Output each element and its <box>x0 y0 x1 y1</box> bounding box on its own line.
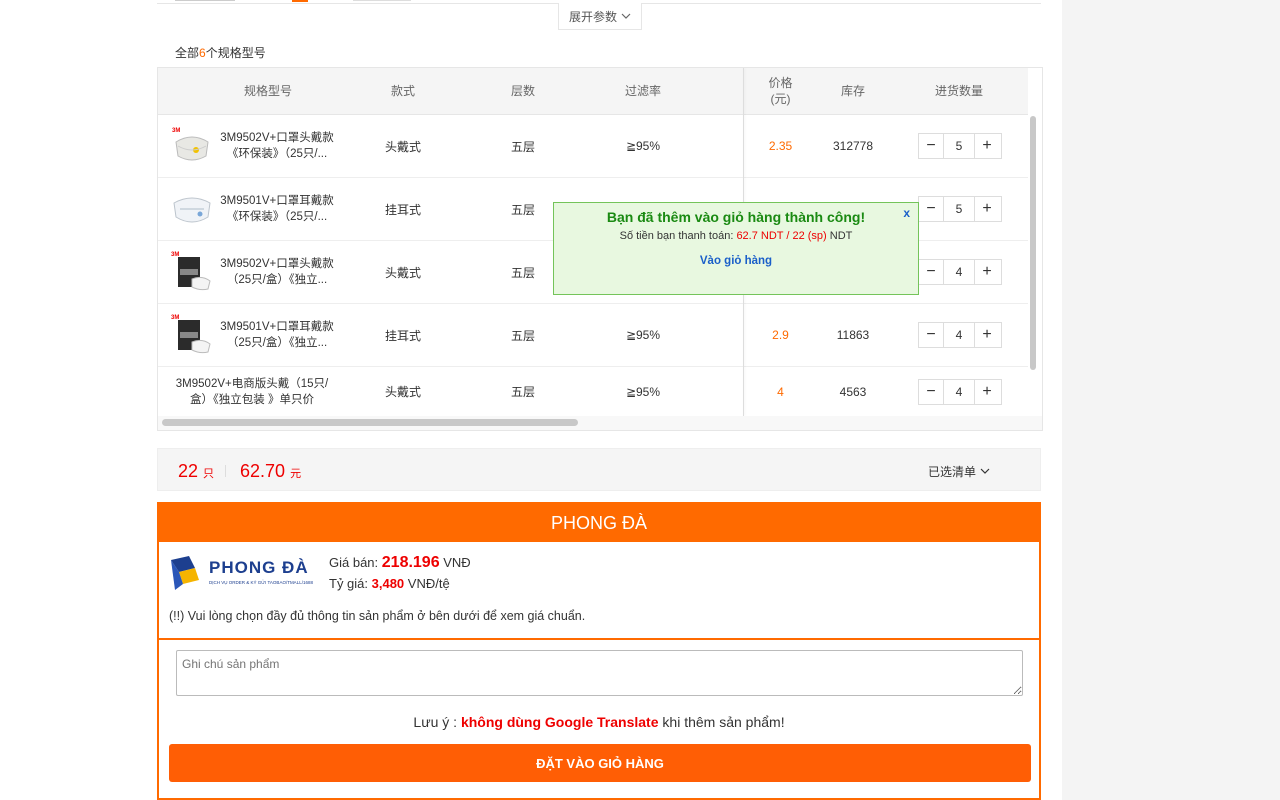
quantity-value[interactable]: 5 <box>943 197 975 221</box>
mask-box-thumbnail-icon: 3M <box>171 252 211 291</box>
cell-filter: ≧95% <box>625 328 661 342</box>
product-note-textarea[interactable] <box>176 650 1023 696</box>
quantity-value[interactable]: 4 <box>943 323 975 347</box>
header-style: 款式 <box>390 84 415 98</box>
header-filter: 过滤率 <box>624 84 661 98</box>
mask-thumbnail-icon <box>173 197 211 223</box>
chevron-down-icon <box>621 13 631 19</box>
product-name: 3M9502V+电商版头戴（15只/盒）《独立包装 》单只价 <box>175 378 329 406</box>
exchange-rate: Tỷ giá: 3,480 VNĐ/tệ <box>329 576 450 591</box>
minus-button[interactable]: − <box>919 260 943 284</box>
cell-filter: ≧95% <box>625 139 661 153</box>
header-price: 价格 (元) <box>768 76 793 106</box>
cell-filter: ≧95% <box>625 384 661 399</box>
selection-summary: 22 只 62.70 元 已选清单 <box>157 448 1041 491</box>
price-note: (!!) Vui lòng chọn đầy đủ thông tin sản … <box>169 609 586 623</box>
header-model: 规格型号 <box>243 84 292 98</box>
selected-list-toggle[interactable]: 已选清单 <box>928 463 990 480</box>
total-quantity: 22 只 <box>178 461 215 481</box>
quantity-stepper: − 5 + <box>918 133 1002 159</box>
product-name: 3M9501V+口罩耳戴款《环保装》（25只/... <box>220 195 334 223</box>
vertical-scrollbar[interactable] <box>1030 116 1036 370</box>
minus-button[interactable]: − <box>919 380 943 404</box>
right-background <box>1062 0 1280 800</box>
cell-layers: 五层 <box>510 265 535 280</box>
quantity-value[interactable]: 4 <box>943 380 975 404</box>
phongda-header: PHONG ĐÀ <box>159 504 1039 542</box>
cell-price: 2.9 <box>772 328 789 342</box>
go-to-cart-link[interactable]: Vào giỏ hàng <box>554 255 918 267</box>
expand-params-button[interactable]: 展开参数 <box>558 3 642 30</box>
cell-price: 2.35 <box>768 139 793 153</box>
plus-button[interactable]: + <box>975 323 999 347</box>
expand-params-label: 展开参数 <box>568 9 617 24</box>
quantity-value[interactable]: 4 <box>943 260 975 284</box>
added-to-cart-popup: Bạn đã thêm vào giỏ hàng thành công! x S… <box>553 202 919 295</box>
minus-button[interactable]: − <box>919 197 943 221</box>
sale-price: Giá bán: 218.196 VNĐ <box>329 554 471 571</box>
mask-box-thumbnail-icon: 3M <box>171 315 211 354</box>
table-row: 3M 3M9501V+口罩耳戴款（25只/盒）《独立... 挂耳式 五层 ≧95… <box>158 304 1028 367</box>
product-name: 3M9501V+口罩耳戴款（25只/盒）《独立... <box>220 321 334 349</box>
close-icon[interactable]: x <box>903 206 910 220</box>
plus-button[interactable]: + <box>975 197 999 221</box>
quantity-stepper: − 4 + <box>918 379 1002 405</box>
cell-stock: 11863 <box>836 328 870 342</box>
quantity-stepper: − 4 + <box>918 259 1002 285</box>
cell-style: 挂耳式 <box>384 328 421 343</box>
phongda-logo: PHONG ĐÀ DỊCH VỤ ORDER & KÝ GỬI TAOBAO/T… <box>169 554 315 594</box>
cell-layers: 五层 <box>510 139 535 154</box>
cell-layers: 五层 <box>510 385 535 399</box>
minus-button[interactable]: − <box>919 134 943 158</box>
phongda-panel: PHONG ĐÀ PHONG ĐÀ DỊCH VỤ ORDER & KÝ GỬI… <box>157 502 1041 800</box>
product-name: 3M9502V+口罩头戴款（25只/盒）《独立... <box>220 258 334 286</box>
cell-price: 4 <box>777 384 784 399</box>
cell-layers: 五层 <box>510 328 535 343</box>
spec-count: 全部6个规格型号 <box>175 46 266 60</box>
quantity-value[interactable]: 5 <box>943 134 975 158</box>
horizontal-scrollbar[interactable] <box>162 419 578 426</box>
header-qty: 进货数量 <box>934 84 983 98</box>
quantity-stepper: − 5 + <box>918 196 1002 222</box>
add-to-cart-button[interactable]: ĐẶT VÀO GIỎ HÀNG <box>169 744 1031 782</box>
cell-style: 头戴式 <box>384 265 421 280</box>
product-name: 3M9502V+口罩头戴款《环保装》（25只/... <box>220 132 334 160</box>
plus-button[interactable]: + <box>975 380 999 404</box>
cell-stock: 312778 <box>832 139 874 153</box>
cell-layers: 五层 <box>510 202 535 217</box>
quantity-stepper: − 4 + <box>918 322 1002 348</box>
plus-button[interactable]: + <box>975 260 999 284</box>
minus-button[interactable]: − <box>919 323 943 347</box>
chevron-down-icon <box>980 468 990 474</box>
cell-style: 头戴式 <box>384 139 421 154</box>
cell-style: 挂耳式 <box>384 202 421 217</box>
table-row: 3M 3M9502V+口罩头戴款《环保装》（25只/... 头戴式 五层 ≧95… <box>158 115 1028 178</box>
cell-stock: 4563 <box>839 384 867 399</box>
translate-warning: Lưu ý : không dùng Google Translate khi … <box>413 714 785 730</box>
popup-title: Bạn đã thêm vào giỏ hàng thành công! <box>606 209 866 225</box>
total-amount: 62.70 元 <box>240 461 302 481</box>
mask-thumbnail-icon: 3M <box>172 128 209 161</box>
table-row: 3M9502V+电商版头戴（15只/盒）《独立包装 》单只价 头戴式 五层 ≧9… <box>158 367 1028 416</box>
plus-button[interactable]: + <box>975 134 999 158</box>
table-header: 规格型号 款式 层数 过滤率 价格 (元) 库存 进货数量 <box>158 68 1028 115</box>
header-layers: 层数 <box>510 84 535 98</box>
phongda-logo-subtext: DỊCH VỤ ORDER & KÝ GỬI TAOBAO/TMALL/1688 <box>209 580 313 585</box>
svg-text:3M: 3M <box>172 128 180 134</box>
popup-message: Số tiền bạn thanh toán: 62.7 NDT / 22 (s… <box>619 230 853 242</box>
header-stock: 库存 <box>840 84 865 98</box>
phongda-logo-text: PHONG ĐÀ <box>209 558 309 577</box>
cell-style: 头戴式 <box>384 385 421 399</box>
